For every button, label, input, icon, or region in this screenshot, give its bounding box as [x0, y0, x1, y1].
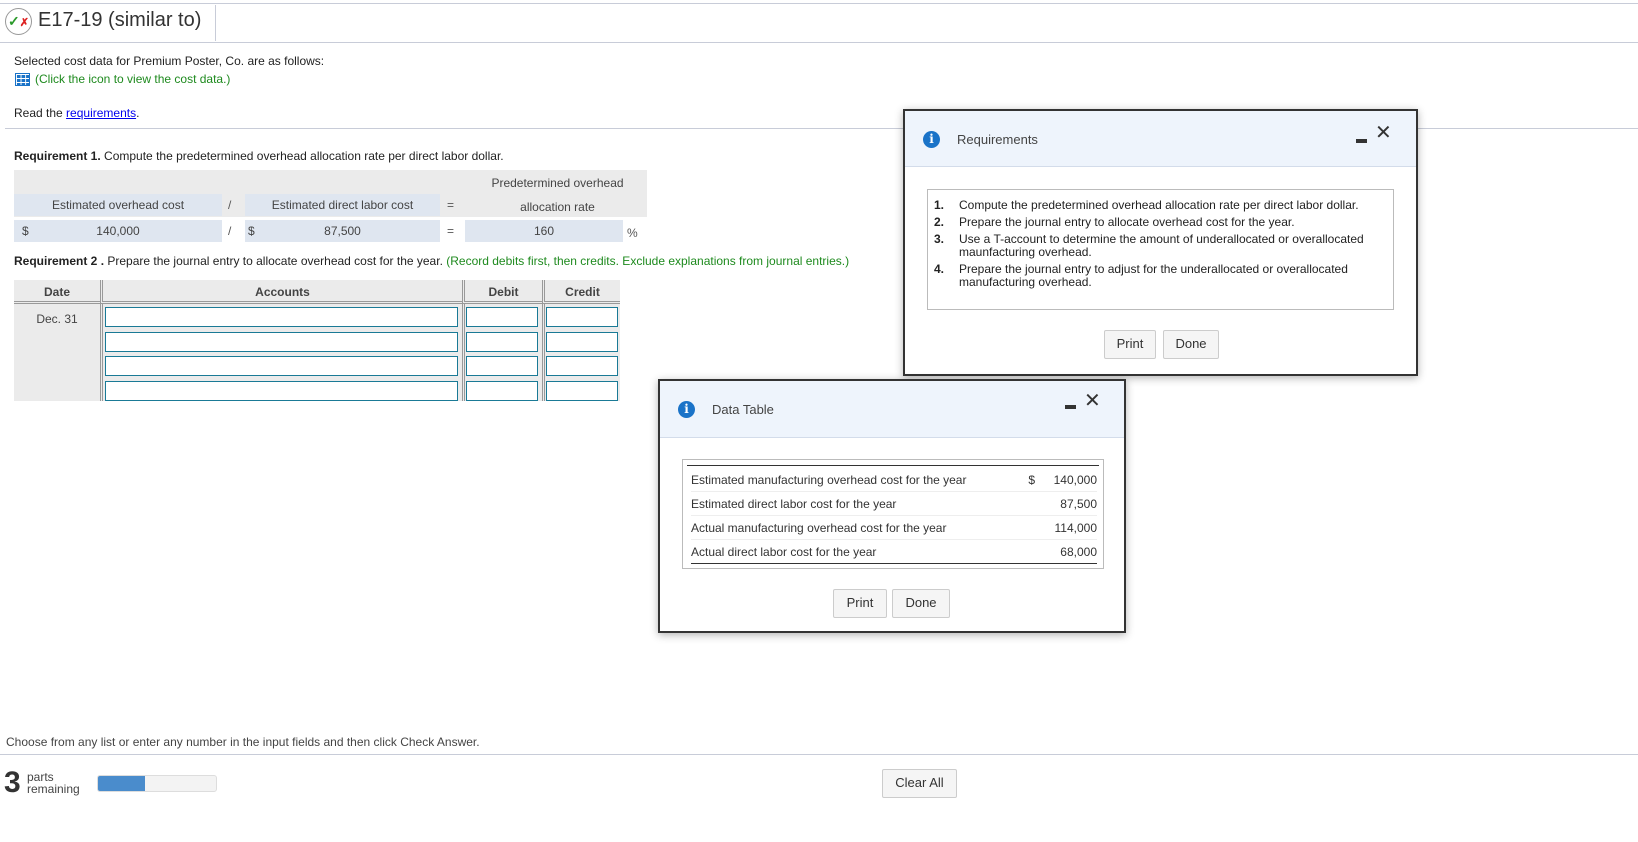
page-title: E17-19 (similar to) [38, 9, 202, 31]
parts-count: 3 [4, 766, 21, 799]
date-dec-31: Dec. 31 [36, 312, 78, 326]
header-debit: Debit [462, 280, 542, 304]
requirement-item: 2. Prepare the journal entry to allocate … [934, 215, 1295, 229]
col-divider [542, 304, 545, 401]
col-estimated-overhead: Estimated overhead cost [14, 194, 222, 216]
header-accounts: Accounts [100, 280, 462, 304]
col-divider [462, 304, 465, 401]
dialog-header: i Data Table ✕ [660, 381, 1124, 438]
requirements-dialog: i Requirements ✕ 1. Compute the predeterm… [903, 109, 1418, 376]
intro-text: Selected cost data for Premium Poster, C… [14, 54, 325, 68]
table-row: Estimated direct labor cost for the year… [691, 492, 1097, 516]
table-row: Estimated manufacturing overhead cost fo… [691, 468, 1097, 492]
col-rate-line1: Predetermined overhead [491, 176, 624, 190]
parts-label: parts remaining [27, 771, 80, 795]
read-requirements: Read the requirements. [14, 106, 139, 120]
print-button[interactable]: Print [1104, 330, 1156, 359]
credit-input-3[interactable] [546, 356, 618, 376]
debit-input-4[interactable] [466, 381, 538, 401]
read-prefix: Read the [14, 106, 67, 120]
labor-value: 87,500 [324, 224, 361, 238]
divide-symbol: / [228, 224, 232, 238]
minimize-icon[interactable] [1065, 405, 1076, 409]
credit-input-1[interactable] [546, 307, 618, 327]
req2-note: (Record debits first, then credits. Excl… [442, 254, 850, 268]
parts-line2: remaining [27, 782, 80, 796]
close-icon[interactable]: ✕ [1084, 388, 1101, 413]
print-button[interactable]: Print [833, 589, 887, 618]
info-icon: i [678, 401, 695, 418]
requirements-link[interactable]: requirements [66, 106, 136, 120]
req2-text: Prepare the journal entry to allocate ov… [104, 254, 443, 268]
req2-label: Requirement 2 . [14, 254, 105, 268]
data-link-text[interactable]: (Click the icon to view the cost data.) [35, 72, 230, 86]
requirement-item: 4. Prepare the journal entry to adjust fo… [934, 262, 1348, 289]
debit-input-2[interactable] [466, 332, 538, 352]
data-table-dialog: i Data Table ✕ Estimated manufacturing o… [658, 379, 1126, 633]
table-top-rule [687, 465, 1099, 466]
requirements-list: 1. Compute the predetermined overhead all… [927, 189, 1394, 310]
credit-input-2[interactable] [546, 332, 618, 352]
info-icon: i [923, 131, 940, 148]
credit-input-4[interactable] [546, 381, 618, 401]
account-input-1[interactable] [105, 307, 458, 327]
close-icon[interactable]: ✕ [1375, 120, 1392, 145]
clear-all-button[interactable]: Clear All [882, 769, 957, 798]
account-input-2[interactable] [105, 332, 458, 352]
footer-divider [0, 754, 1638, 755]
col-divider [100, 304, 103, 401]
dialog-title: Data Table [712, 402, 774, 417]
debit-input-3[interactable] [466, 356, 538, 376]
cost-data-table: Estimated manufacturing overhead cost fo… [682, 459, 1104, 569]
labor-value-cell: $87,500 [245, 220, 440, 242]
requirement-2-heading: Requirement 2 . Prepare the journal entr… [14, 254, 849, 268]
table-row: Actual manufacturing overhead cost for t… [691, 516, 1097, 540]
requirement-item: 3. Use a T-account to determine the amoun… [934, 232, 1364, 259]
divide-symbol: / [228, 198, 232, 212]
dialog-title: Requirements [957, 132, 1038, 147]
req1-label: Requirement 1. [14, 149, 101, 163]
progress-fill [98, 776, 146, 791]
currency-symbol: $ [22, 224, 29, 238]
table-row: Actual direct labor cost for the year 68,… [691, 540, 1097, 564]
done-button[interactable]: Done [892, 589, 950, 618]
minimize-icon[interactable] [1356, 139, 1367, 143]
done-button[interactable]: Done [1163, 330, 1219, 359]
account-input-4[interactable] [105, 381, 458, 401]
rate-value: 160 [465, 220, 623, 242]
instruction-text: Choose from any list or enter any number… [6, 735, 480, 749]
percent-symbol: % [627, 226, 638, 240]
top-divider [0, 3, 1638, 4]
requirement-item: 1. Compute the predetermined overhead all… [934, 198, 1359, 212]
debit-input-1[interactable] [466, 307, 538, 327]
overhead-value: 140,000 [96, 224, 140, 238]
title-divider [215, 5, 216, 41]
progress-bar [97, 775, 217, 792]
requirement-1-heading: Requirement 1. Compute the predetermined… [14, 149, 504, 163]
overhead-value-cell: $140,000 [14, 220, 222, 242]
currency-symbol: $ [248, 224, 255, 238]
header-divider [0, 42, 1638, 43]
equals-symbol: = [447, 198, 455, 212]
col-rate-line2: allocation rate [520, 200, 595, 214]
read-suffix: . [136, 106, 140, 120]
equals-symbol: = [447, 224, 455, 238]
req1-text: Compute the predetermined overhead alloc… [100, 149, 504, 163]
dialog-header: i Requirements ✕ [905, 111, 1416, 167]
account-input-3[interactable] [105, 356, 458, 376]
header-credit: Credit [542, 280, 620, 304]
partial-correct-icon: ✓✗ [5, 8, 32, 35]
col-estimated-labor: Estimated direct labor cost [245, 194, 440, 216]
data-table-icon[interactable] [15, 73, 30, 86]
header-date: Date [14, 280, 100, 304]
